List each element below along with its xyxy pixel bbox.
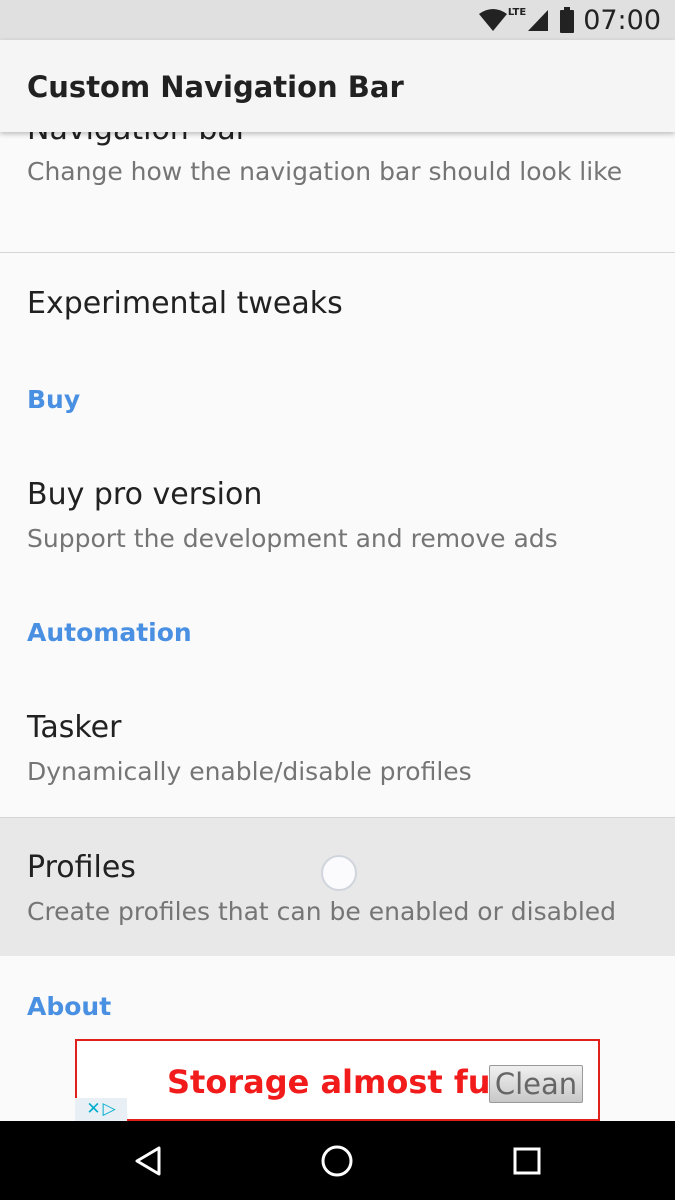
battery-icon (560, 7, 575, 33)
ad-message: Storage almost full (167, 1063, 513, 1101)
pref-summary: Change how the navigation bar should loo… (27, 157, 623, 186)
pref-summary: Support the development and remove ads (27, 524, 558, 553)
status-time: 07:00 (583, 4, 661, 36)
adchoices-icon[interactable]: ✕ ▷ (75, 1098, 127, 1121)
pref-title: Tasker (27, 710, 122, 745)
category-automation: Automation (27, 618, 192, 647)
back-triangle-icon (135, 1146, 161, 1176)
status-bar: LTE 07:00 (0, 0, 675, 40)
status-icons: LTE 07:00 (478, 0, 661, 40)
nav-recents-button[interactable] (501, 1135, 553, 1187)
settings-list[interactable]: Navigation bar Change how the navigation… (0, 132, 675, 1120)
divider (0, 252, 675, 253)
recents-square-icon (513, 1147, 541, 1175)
system-nav-bar (0, 1121, 675, 1200)
category-buy: Buy (27, 385, 81, 414)
page-title: Custom Navigation Bar (27, 70, 404, 104)
pref-title: Profiles (27, 850, 136, 885)
nav-back-button[interactable] (122, 1135, 174, 1187)
app-toolbar: Custom Navigation Bar (0, 40, 675, 132)
ad-banner[interactable]: Storage almost full Clean (75, 1039, 600, 1121)
wifi-icon (478, 9, 507, 31)
pref-title: Buy pro version (27, 477, 263, 512)
touch-ripple (321, 855, 357, 891)
pref-summary: Create profiles that can be enabled or d… (27, 897, 617, 926)
network-type: LTE (507, 6, 527, 18)
category-about: About (27, 992, 112, 1021)
ad-clean-button[interactable]: Clean (489, 1065, 583, 1103)
pref-title: Experimental tweaks (27, 286, 343, 321)
nav-home-button[interactable] (311, 1135, 363, 1187)
pref-summary: Dynamically enable/disable profiles (27, 757, 472, 786)
pref-title: Navigation bar (27, 132, 248, 147)
home-circle-icon (321, 1145, 353, 1177)
signal-icon (528, 10, 549, 31)
